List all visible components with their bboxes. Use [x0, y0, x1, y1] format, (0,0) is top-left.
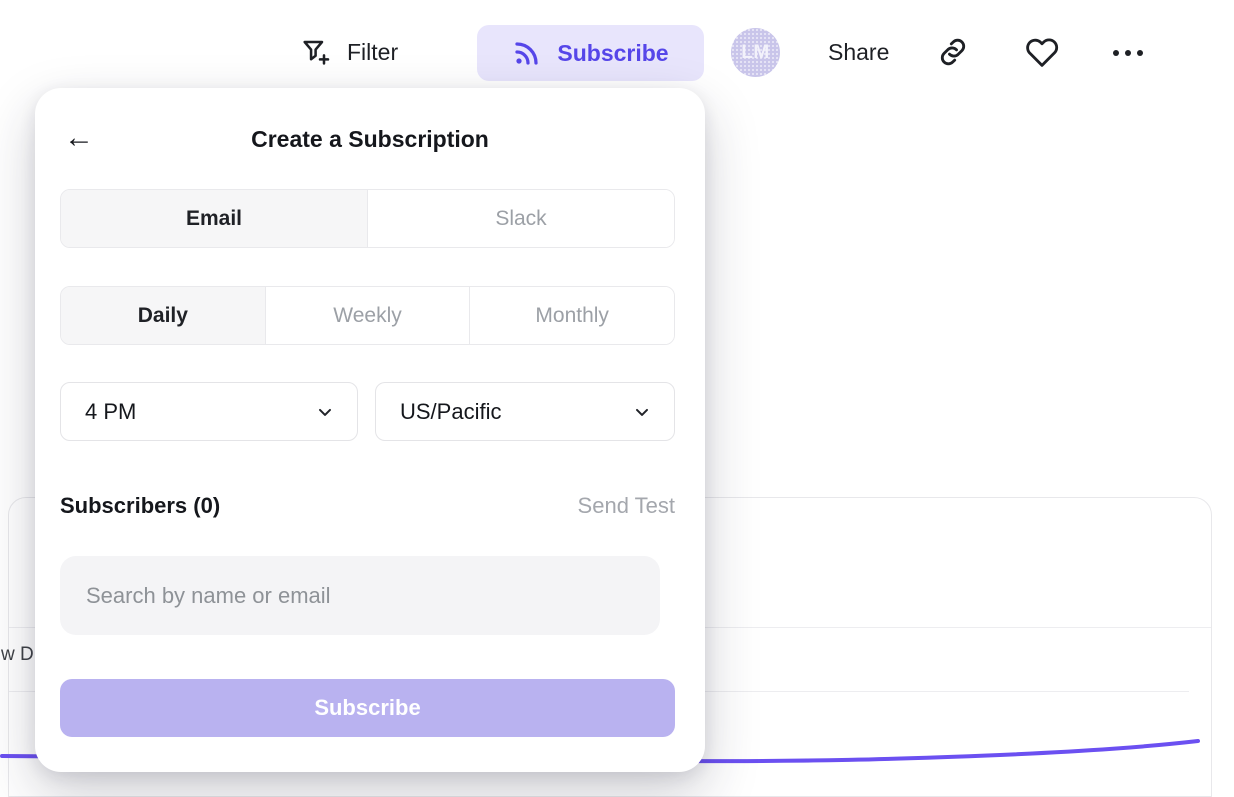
timezone-select-value: US/Pacific	[400, 399, 501, 425]
time-select-value: 4 PM	[85, 399, 136, 425]
share-label: Share	[828, 39, 889, 66]
tab-weekly[interactable]: Weekly	[265, 287, 470, 344]
subscribe-toolbar-label: Subscribe	[557, 40, 668, 67]
filter-plus-icon	[300, 36, 332, 68]
favorite-button[interactable]	[1024, 34, 1060, 70]
frequency-tab-group: Daily Weekly Monthly	[60, 286, 675, 345]
clipped-background-text: w D	[1, 644, 34, 666]
ellipsis-icon	[1109, 40, 1147, 64]
chevron-down-icon	[315, 402, 335, 422]
subscribe-toolbar-button[interactable]: Subscribe	[477, 25, 704, 81]
avatar-initials: LM	[741, 42, 769, 64]
subscriber-search-input[interactable]	[60, 556, 660, 635]
send-test-button[interactable]: Send Test	[578, 493, 675, 519]
chevron-down-icon	[632, 402, 652, 422]
link-icon	[936, 35, 970, 69]
share-button[interactable]: Share	[828, 30, 889, 74]
tab-monthly[interactable]: Monthly	[469, 287, 674, 344]
subscribe-submit-button[interactable]: Subscribe	[60, 679, 675, 737]
time-select[interactable]: 4 PM	[60, 382, 358, 441]
tab-daily[interactable]: Daily	[61, 287, 265, 344]
filter-button[interactable]: Filter	[300, 30, 398, 74]
rss-icon	[512, 38, 542, 68]
heart-icon	[1024, 34, 1060, 70]
modal-title: Create a Subscription	[35, 126, 705, 153]
filter-label: Filter	[347, 39, 398, 66]
copy-link-button[interactable]	[936, 35, 970, 69]
avatar[interactable]: LM	[731, 28, 780, 77]
subscribers-row: Subscribers (0) Send Test	[60, 493, 675, 519]
tab-email[interactable]: Email	[61, 190, 367, 247]
subscribers-count-label: Subscribers (0)	[60, 493, 220, 519]
more-options-button[interactable]	[1109, 40, 1147, 64]
tab-slack[interactable]: Slack	[367, 190, 674, 247]
create-subscription-modal: ← Create a Subscription Email Slack Dail…	[35, 88, 705, 772]
timezone-select[interactable]: US/Pacific	[375, 382, 675, 441]
channel-tab-group: Email Slack	[60, 189, 675, 248]
